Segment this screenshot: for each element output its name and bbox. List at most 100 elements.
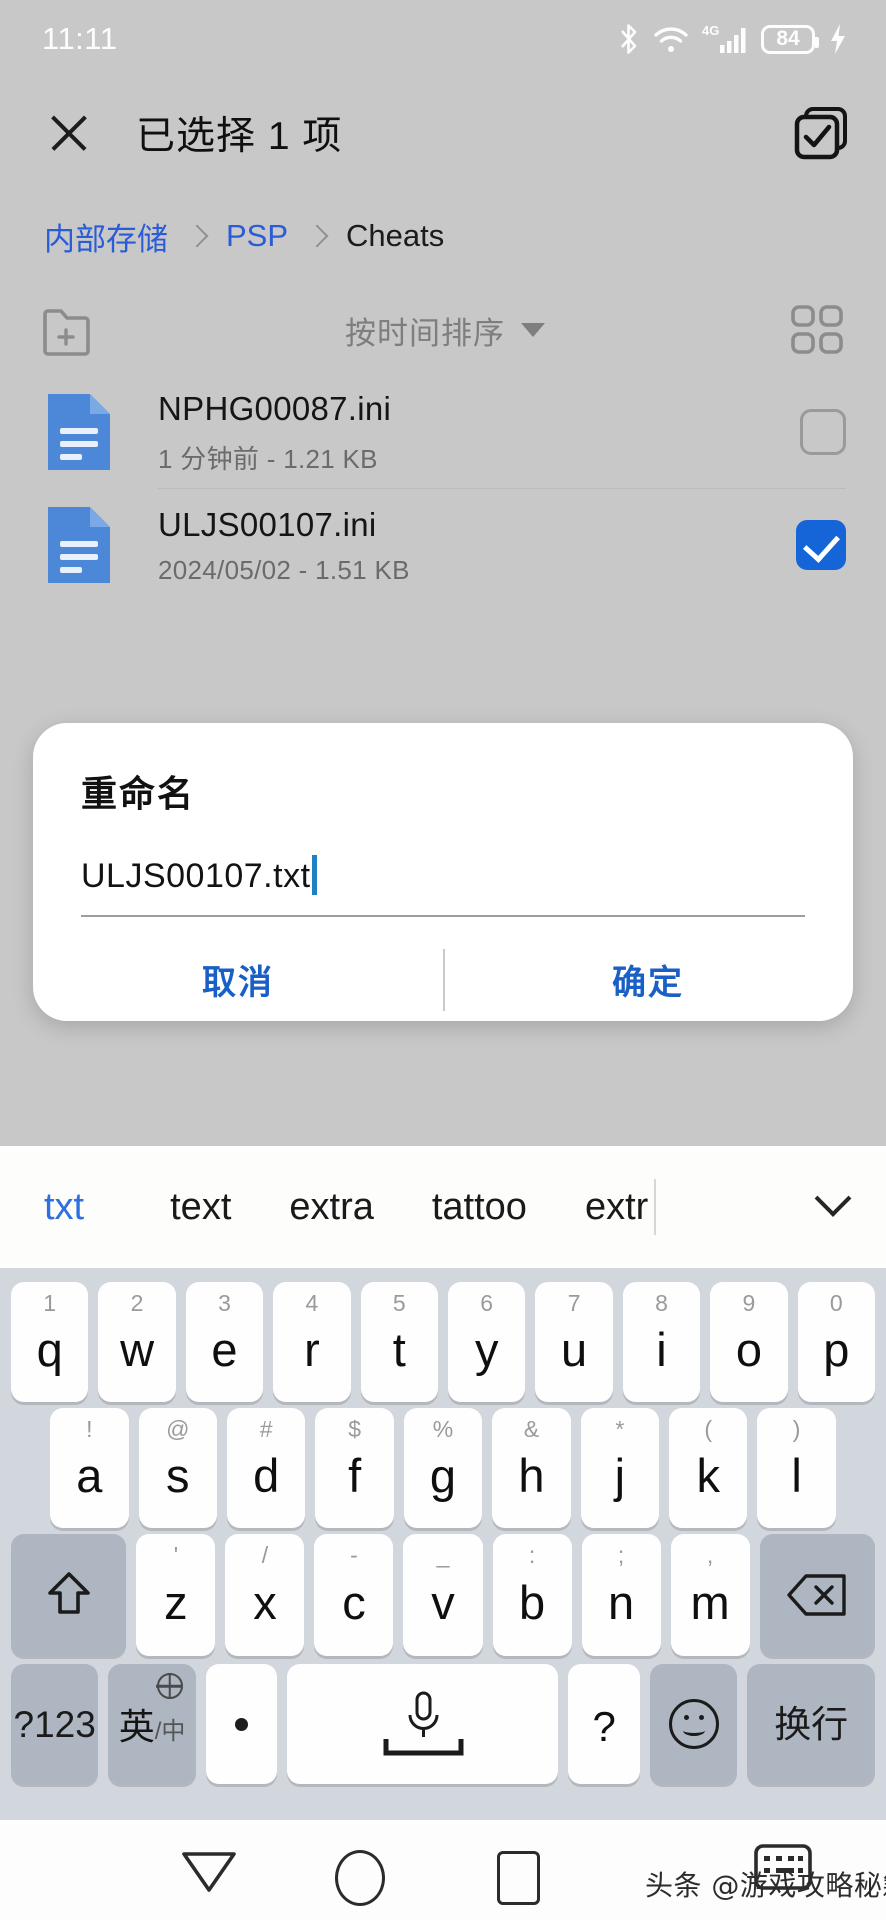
back-icon[interactable] — [178, 1848, 240, 1896]
language-switch-key[interactable]: 英/中 — [108, 1664, 196, 1784]
key-label: v — [431, 1575, 455, 1629]
grid-view-icon[interactable] — [788, 301, 846, 359]
key-j[interactable]: * j — [580, 1408, 660, 1528]
key-m[interactable]: ,m — [670, 1534, 750, 1656]
file-toolbar: 按时间排序 — [0, 284, 886, 376]
rename-input[interactable]: ULJS00107.txt — [81, 857, 311, 895]
space-key[interactable] — [287, 1664, 559, 1784]
key-label: x — [253, 1575, 277, 1629]
key-label: p — [823, 1322, 850, 1376]
chevron-down-icon[interactable] — [806, 1180, 860, 1234]
file-checkbox[interactable] — [800, 409, 846, 455]
key-label: s — [166, 1448, 190, 1502]
breadcrumb-item-2[interactable]: Cheats — [346, 218, 444, 254]
key-hint: , — [706, 1542, 714, 1568]
keyboard-row-3: ' z / x -c _ v :b ; n ,m — [6, 1534, 880, 1656]
cancel-button[interactable]: 取消 — [33, 943, 443, 1016]
key-z[interactable]: ' z — [136, 1534, 216, 1656]
key-r[interactable]: 4r — [273, 1282, 351, 1402]
key-l[interactable]: ) l — [757, 1408, 836, 1528]
suggestion-item[interactable]: extra — [289, 1186, 373, 1229]
key-i[interactable]: 8i — [622, 1282, 701, 1402]
key-label: k — [696, 1448, 720, 1502]
key-a[interactable]: ! a — [50, 1408, 129, 1528]
symbols-key[interactable]: ?123 — [11, 1664, 99, 1784]
home-icon[interactable] — [335, 1850, 385, 1906]
file-info: NPHG00087.ini 1 分钟前 - 1.21 KB — [158, 388, 800, 475]
select-all-icon[interactable] — [792, 103, 852, 163]
key-hint: - — [350, 1542, 358, 1568]
key-h[interactable]: & h — [492, 1408, 571, 1528]
key-hint: ! — [86, 1416, 93, 1442]
suggestion-item[interactable]: txt — [44, 1186, 84, 1229]
key-hint: 6 — [480, 1290, 494, 1316]
key-q[interactable]: 1q — [10, 1282, 89, 1402]
key-label: c — [342, 1575, 366, 1629]
emoji-icon[interactable] — [650, 1664, 738, 1784]
period-key[interactable] — [205, 1664, 278, 1784]
enter-key[interactable]: 换行 — [747, 1664, 875, 1784]
key-hint: & — [523, 1416, 540, 1442]
svg-text:4G: 4G — [702, 23, 719, 38]
key-hint: # — [259, 1416, 273, 1442]
key-p[interactable]: 0p — [797, 1282, 876, 1402]
sort-control[interactable]: 按时间排序 — [102, 308, 788, 353]
key-x[interactable]: / x — [225, 1534, 305, 1656]
key-hint: 8 — [655, 1290, 668, 1316]
rename-dialog: 重命名 ULJS00107.txt 取消 确定 — [33, 723, 853, 1021]
table-row[interactable]: ULJS00107.ini 2024/05/02 - 1.51 KB — [0, 489, 886, 601]
key-s[interactable]: @ s — [138, 1408, 217, 1528]
key-hint: ) — [792, 1416, 801, 1442]
key-f[interactable]: $ f — [315, 1408, 394, 1528]
key-w[interactable]: 2w — [98, 1282, 176, 1402]
key-hint: $ — [348, 1416, 361, 1442]
new-folder-icon[interactable] — [40, 302, 102, 358]
key-b[interactable]: :b — [492, 1534, 572, 1656]
microphone-icon — [383, 1691, 464, 1756]
key-n[interactable]: ; n — [581, 1534, 661, 1656]
key-u[interactable]: 7u — [535, 1282, 613, 1402]
keyboard-row-1: 1q 2w 3e 4r 5t 6y 7u 8i 9o 0p — [6, 1282, 880, 1402]
key-d[interactable]: # d — [226, 1408, 306, 1528]
confirm-button[interactable]: 确定 — [443, 943, 853, 1016]
key-k[interactable]: (k — [669, 1408, 748, 1528]
rename-input-wrapper[interactable]: ULJS00107.txt — [81, 855, 805, 918]
table-row[interactable]: NPHG00087.ini 1 分钟前 - 1.21 KB — [0, 376, 886, 488]
key-label: e — [211, 1322, 238, 1376]
row-spacer — [841, 1408, 880, 1528]
key-hint: : — [528, 1542, 536, 1568]
key-o[interactable]: 9o — [710, 1282, 788, 1402]
question-key[interactable]: ? — [568, 1664, 640, 1784]
document-icon — [44, 503, 114, 587]
key-t[interactable]: 5t — [360, 1282, 438, 1402]
suggestion-divider — [654, 1179, 657, 1235]
keyboard-icon[interactable] — [752, 1842, 814, 1892]
breadcrumb-item-0[interactable]: 内部存储 — [44, 214, 168, 259]
shift-icon[interactable] — [11, 1534, 127, 1656]
breadcrumb-item-1[interactable]: PSP — [226, 218, 288, 254]
key-label: a — [76, 1448, 103, 1502]
breadcrumb: 内部存储 PSP Cheats — [0, 188, 886, 284]
key-c[interactable]: -c — [314, 1534, 394, 1656]
file-name: NPHG00087.ini — [158, 390, 392, 428]
suggestion-item[interactable]: extr — [585, 1186, 648, 1229]
key-y[interactable]: 6y — [448, 1282, 526, 1402]
suggestion-item[interactable]: text — [170, 1186, 231, 1229]
backspace-icon[interactable] — [759, 1534, 875, 1656]
key-hint: ; — [617, 1542, 625, 1568]
key-e[interactable]: 3e — [185, 1282, 264, 1402]
wifi-icon — [654, 27, 688, 52]
suggestion-item[interactable]: tattoo — [432, 1186, 527, 1229]
close-icon[interactable] — [46, 110, 92, 156]
key-g[interactable]: % g — [403, 1408, 483, 1528]
file-list: NPHG00087.ini 1 分钟前 - 1.21 KB ULJS00107.… — [0, 376, 886, 601]
dialog-actions: 取消 确定 — [33, 943, 853, 1016]
key-label: t — [392, 1322, 406, 1376]
key-hint: 1 — [43, 1290, 57, 1316]
key-label: l — [791, 1448, 802, 1502]
dialog-title: 重命名 — [81, 773, 196, 814]
recents-icon[interactable] — [497, 1851, 540, 1905]
file-checkbox-checked[interactable] — [796, 520, 846, 570]
page-title: 已选择 1 项 — [136, 115, 343, 158]
key-v[interactable]: _ v — [403, 1534, 483, 1656]
